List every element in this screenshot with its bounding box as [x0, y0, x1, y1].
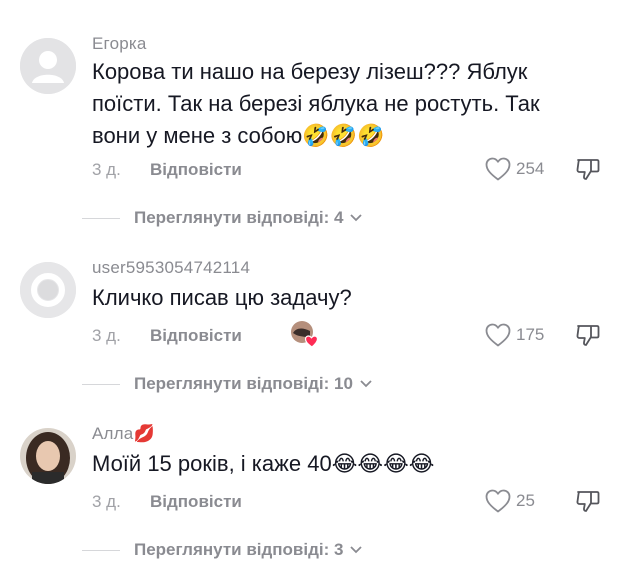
reply-button[interactable]: Відповісти: [150, 160, 242, 180]
heart-outline-icon: [485, 323, 511, 347]
dislike-button[interactable]: [575, 322, 601, 348]
view-replies-row: Переглянути відповіді: 3: [82, 540, 363, 560]
comment-username[interactable]: Егорка: [92, 34, 147, 54]
view-replies-button[interactable]: Переглянути відповіді: 3: [134, 540, 363, 560]
avatar[interactable]: [20, 38, 76, 94]
comment-text: Кличко писав цю задачу?: [92, 285, 352, 310]
like-button[interactable]: 254: [484, 156, 544, 182]
like-count: 175: [516, 325, 545, 344]
like-button[interactable]: 175: [484, 322, 544, 348]
avatar[interactable]: [20, 262, 76, 318]
comment-timestamp: 3 д.: [92, 492, 121, 511]
view-replies-label: Переглянути відповіді: 10: [134, 374, 353, 393]
chevron-down-icon: [350, 546, 363, 554]
view-replies-row: Переглянути відповіді: 10: [82, 374, 373, 394]
comment-timestamp: 3 д.: [92, 160, 121, 179]
comment-username-text: Алла: [92, 424, 134, 443]
thumbs-down-icon: [576, 491, 600, 512]
comment-text: Моїй 15 років, і каже 40😂😂😂😂: [92, 448, 602, 481]
divider: [82, 217, 120, 219]
divider: [82, 549, 120, 551]
reply-button[interactable]: Відповісти: [150, 326, 242, 346]
comment-text-line: вони у мене з собою🤣🤣🤣: [92, 120, 602, 153]
comment-text-line: Корова ти нашо на березу лізеш??? Яблук: [92, 59, 528, 84]
like-count: 254: [516, 159, 545, 178]
default-avatar-icon: [20, 38, 76, 94]
thumbs-down-icon: [576, 159, 600, 180]
creator-liked-avatar: [290, 320, 319, 348]
comment-text-segment: Моїй 15 років, і каже 40: [92, 451, 332, 476]
laughing-emoji: 🤣🤣🤣: [302, 124, 385, 149]
comment-text-line: поїсти. Так на березі яблука не ростуть.…: [92, 91, 540, 116]
user-photo-avatar: [20, 428, 76, 484]
like-count: 25: [516, 491, 535, 510]
view-replies-button[interactable]: Переглянути відповіді: 4: [134, 208, 363, 228]
reply-button[interactable]: Відповісти: [150, 492, 242, 512]
divider: [82, 383, 120, 385]
view-replies-row: Переглянути відповіді: 4: [82, 208, 363, 228]
like-button[interactable]: 25: [484, 488, 535, 514]
kiss-emoji: 💋: [133, 424, 155, 444]
heart-outline-icon: [485, 489, 511, 513]
comment-text-segment: вони у мене з собою: [92, 123, 303, 148]
comment-timestamp: 3 д.: [92, 326, 121, 345]
dislike-button[interactable]: [575, 156, 601, 182]
laughing-emoji: 😂😂😂😂: [331, 452, 435, 477]
dislike-button[interactable]: [575, 488, 601, 514]
creator-liked-icon: [291, 321, 319, 348]
heart-outline-icon: [485, 157, 511, 181]
comment-username[interactable]: user5953054742114: [92, 258, 250, 278]
comment-username[interactable]: Алла💋: [92, 424, 155, 444]
view-replies-button[interactable]: Переглянути відповіді: 10: [134, 374, 373, 394]
avatar[interactable]: [20, 428, 76, 484]
view-replies-label: Переглянути відповіді: 3: [134, 540, 344, 559]
view-replies-label: Переглянути відповіді: 4: [134, 208, 344, 227]
ring-avatar-icon: [20, 262, 76, 318]
thumbs-down-icon: [576, 325, 600, 346]
chevron-down-icon: [360, 380, 372, 388]
chevron-down-icon: [350, 214, 363, 222]
comment-text: Корова ти нашо на березу лізеш??? Яблук …: [92, 56, 602, 153]
